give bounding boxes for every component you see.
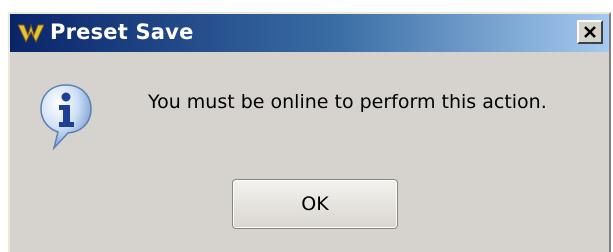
close-button[interactable]	[577, 20, 603, 44]
winamp-lightning-icon	[17, 23, 45, 44]
preset-save-dialog: Preset Save You must be online to perfor…	[8, 12, 611, 252]
dialog-message: You must be online to perform this actio…	[148, 91, 547, 113]
info-icon	[38, 82, 94, 152]
window-title: Preset Save	[50, 20, 194, 44]
title-bar[interactable]: Preset Save	[10, 14, 609, 52]
close-icon	[584, 26, 596, 38]
ok-button[interactable]: OK	[232, 179, 398, 229]
